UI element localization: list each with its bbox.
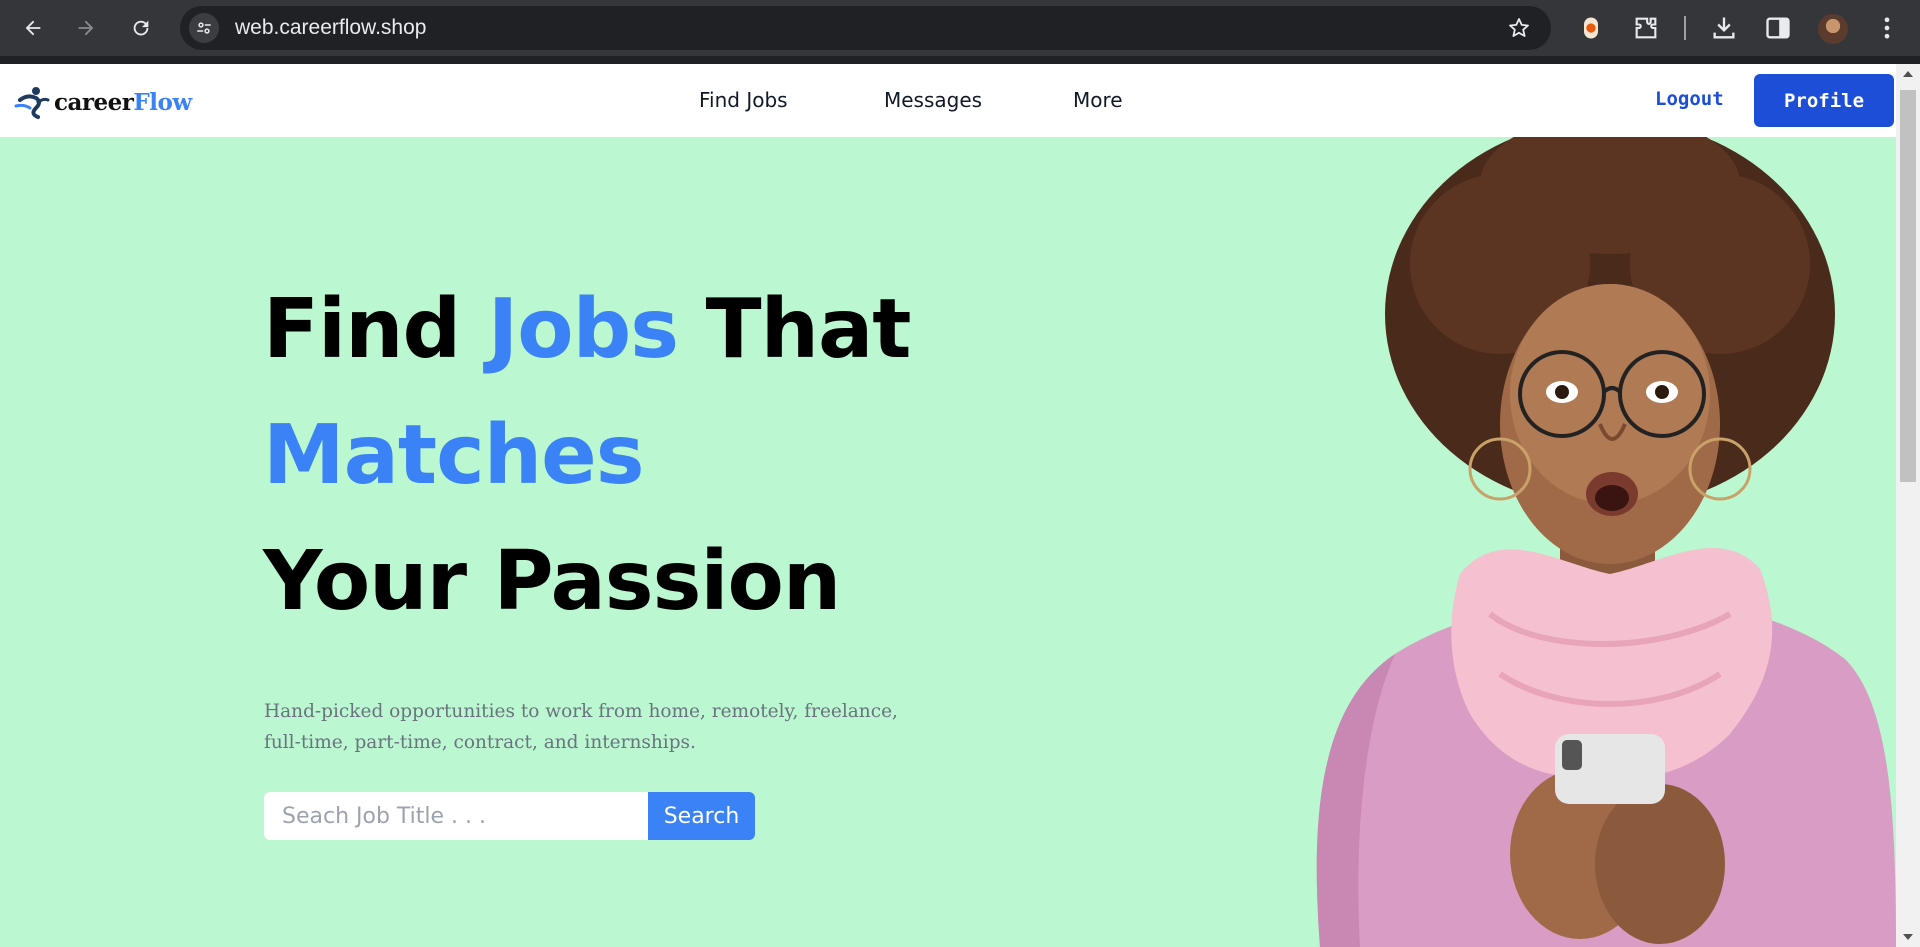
extensions-puzzle-icon[interactable]	[1632, 14, 1660, 42]
scroll-thumb[interactable]	[1900, 90, 1916, 482]
forward-arrow-icon[interactable]	[70, 12, 102, 44]
hero-word-find: Find	[263, 282, 488, 377]
logo[interactable]: careerFlow	[14, 84, 192, 120]
page-scrollbar[interactable]	[1896, 64, 1920, 947]
logo-text: careerFlow	[54, 89, 192, 116]
back-arrow-icon[interactable]	[17, 12, 49, 44]
hero-woman-image	[1316, 114, 1896, 947]
hero-subtitle: Hand-picked opportunities to work from h…	[264, 701, 898, 753]
nav-messages[interactable]: Messages	[884, 88, 982, 112]
search-button[interactable]: Search	[648, 792, 755, 840]
site-header: careerFlow Find Jobs Messages More Logou…	[0, 64, 1896, 137]
side-panel-icon[interactable]	[1764, 14, 1792, 42]
hero-title-line-1: Find Jobs That	[263, 282, 912, 377]
bookmark-star-icon[interactable]	[1507, 16, 1531, 40]
profile-button[interactable]: Profile	[1754, 74, 1894, 127]
hero-title-line-3: Your Passion	[263, 534, 841, 629]
site-settings-icon[interactable]	[189, 13, 219, 43]
url-text: web.careerflow.shop	[235, 16, 427, 39]
logo-runner-icon	[14, 87, 50, 119]
logout-link[interactable]: Logout	[1655, 88, 1724, 110]
toolbar-shadow	[0, 56, 1920, 64]
scroll-up-arrow-icon[interactable]	[1903, 71, 1913, 77]
hero-word-that: That	[678, 282, 912, 377]
browser-toolbar: web.careerflow.shop	[0, 0, 1920, 56]
logo-flow-text: Flow	[133, 88, 192, 116]
nav-more[interactable]: More	[1073, 88, 1123, 112]
hero-title-line-2: Matches	[263, 408, 645, 503]
profile-avatar[interactable]	[1818, 14, 1848, 44]
address-bar[interactable]: web.careerflow.shop	[180, 6, 1551, 50]
scroll-down-arrow-icon[interactable]	[1903, 934, 1913, 940]
reload-icon[interactable]	[125, 12, 157, 44]
logo-career-text: career	[54, 88, 134, 116]
page-viewport: careerFlow Find Jobs Messages More Logou…	[0, 64, 1896, 947]
job-search-input[interactable]	[264, 792, 648, 840]
toolbar-divider	[1684, 16, 1686, 40]
hero-word-jobs: Jobs	[487, 282, 679, 377]
extension-record-icon[interactable]	[1577, 14, 1605, 42]
download-icon[interactable]	[1710, 14, 1738, 42]
nav-find-jobs[interactable]: Find Jobs	[699, 88, 788, 112]
menu-dots-icon[interactable]	[1873, 14, 1901, 42]
